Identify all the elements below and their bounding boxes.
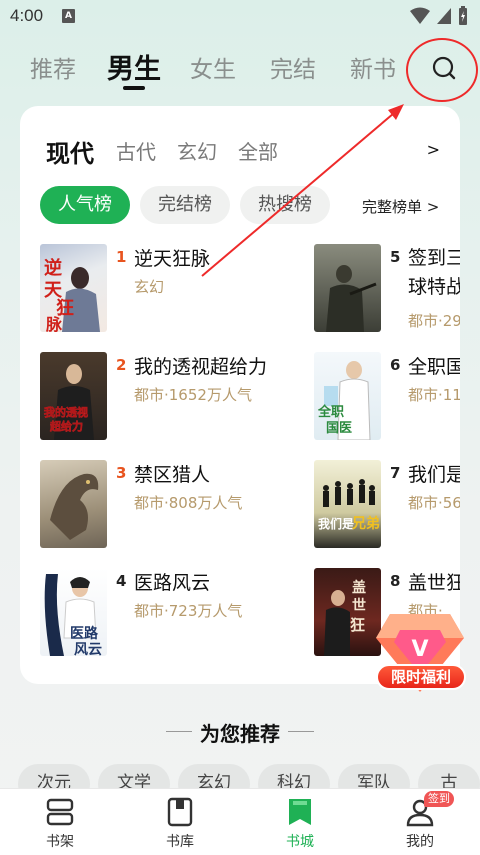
bookshelf-icon xyxy=(46,798,74,826)
book-cover: 我的透视 超给力 xyxy=(40,352,107,440)
book-meta: 都市·29 xyxy=(408,312,460,330)
category-chip-row: 次元 文学 玄幻 科幻 军队 古 xyxy=(0,764,480,790)
nav-library[interactable]: 书库 xyxy=(120,789,240,855)
book-item[interactable]: 我的透视 超给力 2 我的透视超给力 都市·1652万人气 xyxy=(40,352,320,444)
genre-tab-ancient[interactable]: 古代 xyxy=(116,136,156,165)
svg-text:超给力: 超给力 xyxy=(49,419,83,433)
book-meta: 都市·808万人气 xyxy=(134,494,243,512)
recommend-title: 为您推荐 xyxy=(200,722,280,746)
book-item[interactable]: 3 禁区猎人 都市·808万人气 xyxy=(40,460,320,552)
book-meta: 都市·56 xyxy=(408,494,460,512)
rank-number: 6 xyxy=(390,356,401,374)
genre-more-arrow[interactable]: > xyxy=(427,140,440,159)
tab-recommend[interactable]: 推荐 xyxy=(30,50,76,84)
book-meta: 玄幻 xyxy=(134,278,165,296)
svg-text:逆: 逆 xyxy=(44,257,62,279)
book-title: 我的透视超给力 xyxy=(134,356,268,378)
tab-new-books[interactable]: 新书 xyxy=(350,50,396,84)
svg-text:国医: 国医 xyxy=(326,421,352,436)
rank-number: 3 xyxy=(116,464,127,482)
rank-number: 7 xyxy=(390,464,401,482)
active-tab-underline xyxy=(123,86,145,90)
book-cover: 我们是 兄弟 xyxy=(314,460,381,548)
limited-offer-badge[interactable]: V 限时福利 xyxy=(370,600,470,705)
book-title: 全职国 xyxy=(408,356,460,378)
rank-number: 1 xyxy=(116,248,127,266)
svg-text:我们是: 我们是 xyxy=(318,516,355,531)
status-icons xyxy=(410,6,468,26)
book-meta: 都市·723万人气 xyxy=(134,602,243,620)
book-cover: 全职 国医 xyxy=(314,352,381,440)
app-notification-icon: A xyxy=(62,9,75,23)
svg-text:风云: 风云 xyxy=(74,642,102,656)
bookstore-icon xyxy=(289,799,311,825)
book-cover: 医路 风云 xyxy=(40,568,107,656)
book-item[interactable]: 医路 风云 4 医路风云 都市·723万人气 xyxy=(40,568,320,660)
svg-text:脉: 脉 xyxy=(45,315,63,332)
full-list-link[interactable]: 完整榜单 > xyxy=(362,196,439,217)
svg-text:盖: 盖 xyxy=(352,579,366,596)
divider-line xyxy=(288,731,314,732)
book-meta: 都市·11 xyxy=(408,386,460,404)
book-cover xyxy=(314,244,381,332)
book-item[interactable]: 5 签到三球特战 都市·29 xyxy=(314,244,460,336)
book-item[interactable]: 逆天狂脉 1 逆天狂脉 玄幻 xyxy=(40,244,320,336)
book-title: 禁区猎人 xyxy=(134,464,211,486)
book-cover xyxy=(40,460,107,548)
rank-number: 5 xyxy=(390,248,401,266)
svg-text:兄弟: 兄弟 xyxy=(351,515,380,532)
tab-female[interactable]: 女生 xyxy=(190,50,236,84)
rank-number: 8 xyxy=(390,572,401,590)
category-chip[interactable]: 科幻 xyxy=(258,764,330,790)
book-title: 医路风云 xyxy=(134,572,211,594)
pill-hot-search[interactable]: 热搜榜 xyxy=(240,186,330,224)
nav-label: 我的 xyxy=(406,834,434,850)
svg-text:医路: 医路 xyxy=(70,625,99,642)
svg-text:狂: 狂 xyxy=(350,616,365,634)
genre-tab-modern[interactable]: 现代 xyxy=(46,134,94,169)
book-title: 逆天狂脉 xyxy=(134,248,211,270)
rank-number: 2 xyxy=(116,356,127,374)
pill-finished[interactable]: 完结榜 xyxy=(140,186,230,224)
svg-text:世: 世 xyxy=(352,597,366,614)
book-title: 盖世狂 xyxy=(408,572,460,594)
ranking-card: 现代 古代 玄幻 全部 > 人气榜 完结榜 热搜榜 完整榜单 > 逆天狂脉 1 … xyxy=(20,106,460,684)
tab-male[interactable]: 男生 xyxy=(107,47,161,86)
bottom-nav: 书架 书库 书城 签到 我的 xyxy=(0,788,480,855)
svg-text:V: V xyxy=(411,637,428,662)
status-bar: 4:00 A xyxy=(0,0,480,34)
signal-icon xyxy=(437,8,451,24)
battery-icon xyxy=(459,6,467,25)
sign-in-badge[interactable]: 签到 xyxy=(424,791,454,807)
library-icon xyxy=(167,797,193,827)
book-meta: 都市·1652万人气 xyxy=(134,386,252,404)
nav-bookshelf[interactable]: 书架 xyxy=(0,789,120,855)
wifi-icon xyxy=(410,7,430,24)
category-chip[interactable]: 军队 xyxy=(338,764,410,790)
nav-label: 书库 xyxy=(166,834,194,850)
svg-text:全职: 全职 xyxy=(317,404,344,420)
limited-offer-label: 限时福利 xyxy=(376,664,466,690)
nav-label: 书城 xyxy=(286,834,314,850)
rank-number: 4 xyxy=(116,572,127,590)
book-item[interactable]: 全职 国医 6 全职国 都市·11 xyxy=(314,352,460,444)
book-cover: 逆天狂脉 xyxy=(40,244,107,332)
category-chip[interactable]: 次元 xyxy=(18,764,90,790)
tab-finished[interactable]: 完结 xyxy=(270,50,316,84)
nav-label: 书架 xyxy=(46,834,74,850)
status-time: 4:00 xyxy=(10,6,44,25)
svg-text:我的透视: 我的透视 xyxy=(44,405,88,419)
nav-bookstore[interactable]: 书城 xyxy=(240,789,360,855)
book-title: 我们是 xyxy=(408,464,460,486)
category-chip[interactable]: 古 xyxy=(418,764,480,790)
genre-tab-fantasy[interactable]: 玄幻 xyxy=(177,136,217,165)
category-chip[interactable]: 玄幻 xyxy=(178,764,250,790)
category-chip[interactable]: 文学 xyxy=(98,764,170,790)
annotation-circle xyxy=(406,38,478,102)
book-item[interactable]: 我们是 兄弟 7 我们是 都市·56 xyxy=(314,460,460,552)
genre-tab-all[interactable]: 全部 xyxy=(238,136,278,165)
pill-popular[interactable]: 人气榜 xyxy=(40,186,130,224)
nav-profile[interactable]: 签到 我的 xyxy=(360,789,480,855)
book-title: 签到三球特战 xyxy=(408,247,460,298)
